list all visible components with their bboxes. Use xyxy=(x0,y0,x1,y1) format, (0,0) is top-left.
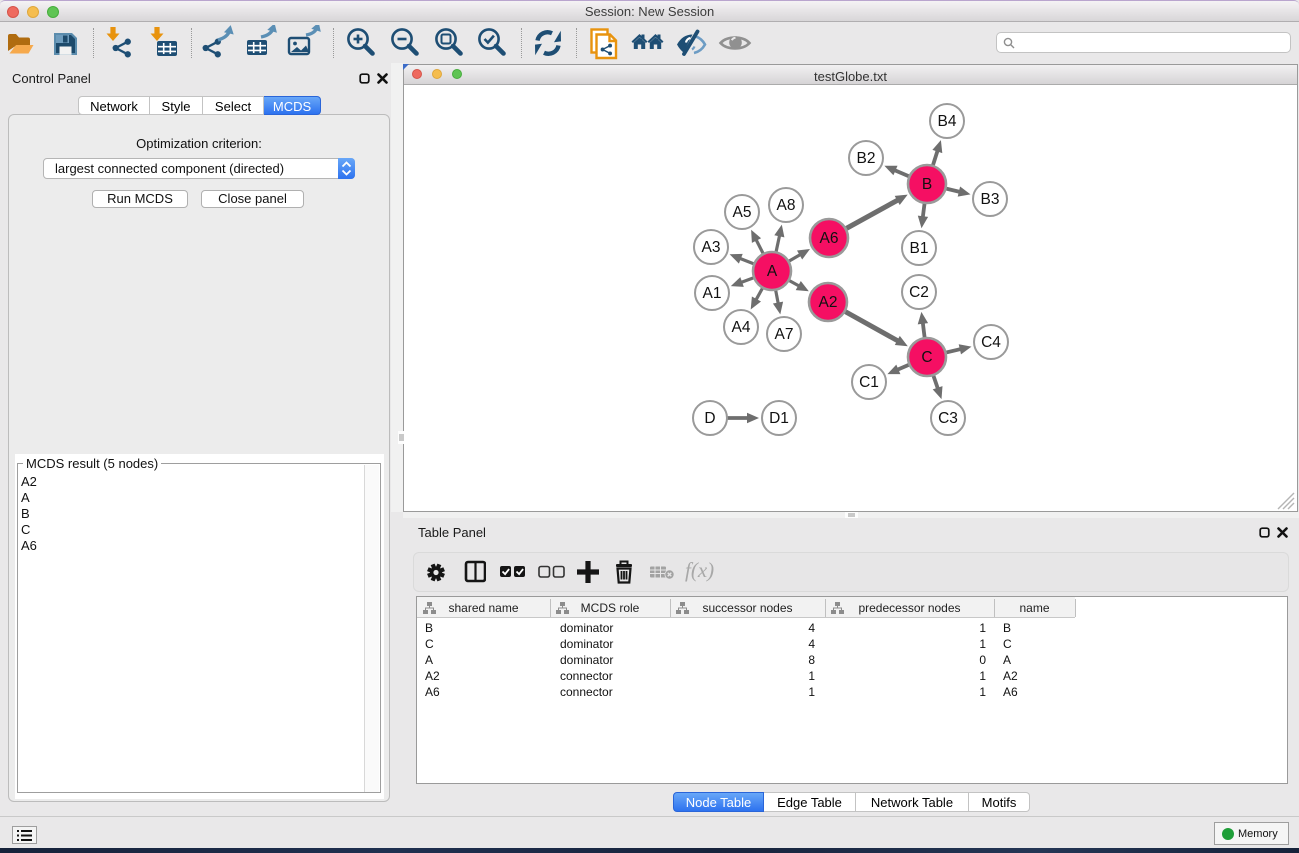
svg-text:C1: C1 xyxy=(859,374,879,391)
svg-text:A2: A2 xyxy=(819,294,838,311)
svg-text:A3: A3 xyxy=(702,239,721,256)
svg-text:A7: A7 xyxy=(775,326,794,343)
svg-text:C2: C2 xyxy=(909,284,929,301)
svg-text:D: D xyxy=(704,410,715,427)
svg-text:C3: C3 xyxy=(938,410,958,427)
svg-text:B3: B3 xyxy=(981,191,1000,208)
svg-text:A1: A1 xyxy=(703,285,722,302)
svg-text:A: A xyxy=(767,263,778,280)
svg-text:A4: A4 xyxy=(732,319,751,336)
svg-text:A5: A5 xyxy=(733,204,752,221)
svg-text:A8: A8 xyxy=(777,197,796,214)
svg-text:D1: D1 xyxy=(769,410,789,427)
svg-text:B: B xyxy=(922,176,932,193)
svg-text:B2: B2 xyxy=(857,150,876,167)
svg-text:C4: C4 xyxy=(981,334,1001,351)
svg-text:A6: A6 xyxy=(820,230,839,247)
svg-text:B4: B4 xyxy=(938,113,957,130)
svg-text:C: C xyxy=(921,349,932,366)
svg-text:B1: B1 xyxy=(910,240,929,257)
